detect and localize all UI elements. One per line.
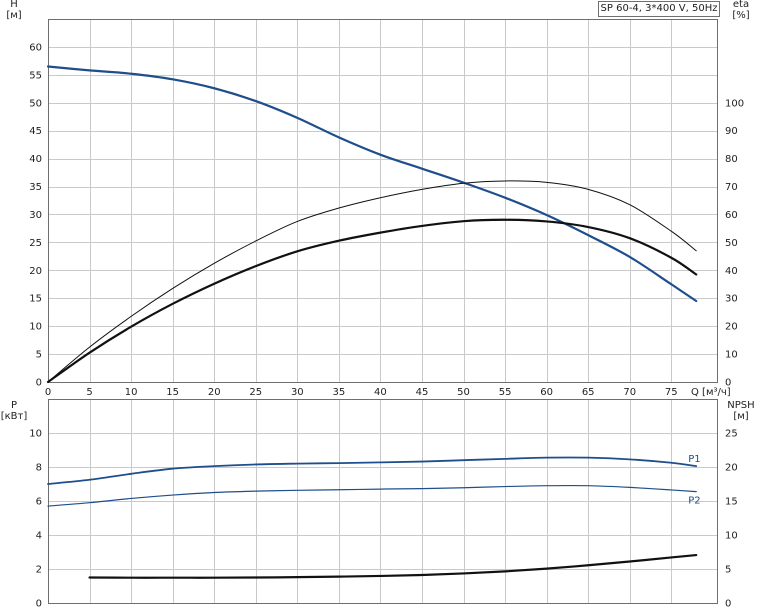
- y-right-tick-label: 50: [725, 238, 738, 249]
- x-axis-label: Q [м³/ч]: [691, 387, 731, 398]
- y-right-tick-label: 40: [725, 266, 738, 277]
- x-tick-label: 25: [249, 387, 262, 398]
- y-left-tick-label: 30: [29, 210, 42, 221]
- y-left-tick-label: 5: [36, 350, 42, 361]
- y-right-tick-label: 90: [725, 126, 738, 137]
- plot-frame: [48, 19, 718, 383]
- series-label-p1: P1: [688, 454, 700, 465]
- y-left-tick-label: 45: [29, 126, 42, 137]
- y-left-tick-label: 60: [29, 42, 42, 53]
- x-tick-label: 35: [333, 387, 346, 398]
- x-tick-label: 0: [45, 387, 51, 398]
- y-left-tick-label: 25: [29, 238, 42, 249]
- y-right-tick-label: 80: [725, 154, 738, 165]
- x-tick-label: 30: [291, 387, 304, 398]
- y-left-tick-label: 10: [29, 429, 42, 440]
- y-right-axis-unit: [%]: [732, 10, 749, 21]
- y-left-axis-label: H: [10, 0, 18, 10]
- y-left-tick-label: 50: [29, 98, 42, 109]
- x-tick-label: 20: [208, 387, 221, 398]
- y-right-tick-label: 0: [725, 599, 731, 610]
- y-left-tick-label: 0: [36, 599, 42, 610]
- x-tick-label: 60: [540, 387, 553, 398]
- y-left-tick-label: 0: [36, 378, 42, 389]
- p1-series-line-1-0: [47, 456, 698, 485]
- y-right-axis-label: eta: [733, 0, 749, 10]
- y-left-axis-unit: [кВт]: [1, 411, 28, 422]
- series-line-1-2: [88, 553, 698, 579]
- y-left-tick-label: 10: [29, 322, 42, 333]
- y-left-tick-label: 6: [36, 497, 42, 508]
- y-right-tick-label: 25: [725, 429, 738, 440]
- y-right-axis-label: NPSH: [727, 400, 754, 411]
- x-tick-label: 10: [125, 387, 138, 398]
- y-left-axis-unit: [м]: [6, 10, 21, 21]
- y-left-tick-label: 15: [29, 294, 42, 305]
- y-right-tick-label: 60: [725, 210, 738, 221]
- y-right-tick-label: 15: [725, 497, 738, 508]
- x-tick-label: 75: [665, 387, 678, 398]
- x-tick-label: 15: [166, 387, 179, 398]
- y-right-tick-label: 20: [725, 322, 738, 333]
- y-right-tick-label: 10: [725, 350, 738, 361]
- x-tick-label: 50: [457, 387, 470, 398]
- y-left-tick-label: 40: [29, 154, 42, 165]
- series-line-0-1: [46, 218, 698, 384]
- series-line-0-0: [46, 65, 698, 303]
- y-left-tick-label: 55: [29, 70, 42, 81]
- x-tick-label: 65: [582, 387, 595, 398]
- y-left-tick-label: 20: [29, 266, 42, 277]
- y-right-tick-label: 5: [725, 565, 731, 576]
- y-left-tick-label: 4: [36, 531, 42, 542]
- x-tick-label: 40: [374, 387, 387, 398]
- series-line-0-2: [47, 180, 697, 383]
- labels-layer: 0 5 10 15 20 25 30 35 40 45 50 55 60 65 70 750510152025…: [1, 0, 755, 610]
- y-left-axis-label: P: [11, 400, 17, 411]
- y-right-tick-label: 20: [725, 463, 738, 474]
- grid-layer: [48, 19, 718, 604]
- p2-series-line-1-1: [47, 484, 697, 507]
- series-label-p2: P2: [688, 496, 700, 507]
- y-right-tick-label: 100: [725, 98, 744, 109]
- y-right-axis-unit: [м]: [733, 411, 748, 422]
- x-tick-label: 55: [499, 387, 512, 398]
- x-tick-label: 5: [86, 387, 92, 398]
- y-left-tick-label: 2: [36, 565, 42, 576]
- y-right-tick-label: 30: [725, 294, 738, 305]
- y-left-tick-label: 35: [29, 182, 42, 193]
- pump-performance-chart: 0 5 10 15 20 25 30 35 40 45 50 55 60 65 70 750510152025…: [1, 0, 755, 610]
- y-right-tick-label: 10: [725, 531, 738, 542]
- y-right-tick-label: 70: [725, 182, 738, 193]
- x-tick-label: 45: [416, 387, 429, 398]
- x-tick-label: 70: [623, 387, 636, 398]
- y-left-tick-label: 8: [36, 463, 42, 474]
